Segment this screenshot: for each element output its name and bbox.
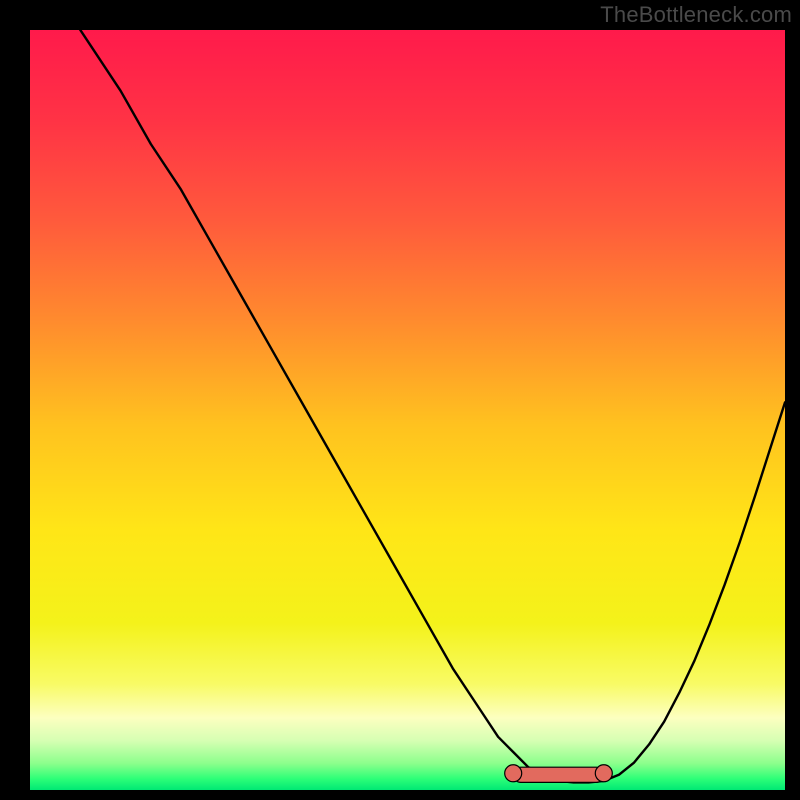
optimal-end-marker [595, 765, 612, 782]
plot-area [30, 30, 785, 790]
optimal-start-marker [505, 765, 522, 782]
optimal-range-bar [513, 767, 604, 782]
chart-frame: TheBottleneck.com [0, 0, 800, 800]
watermark-text: TheBottleneck.com [600, 2, 792, 28]
gradient-background [30, 30, 785, 790]
plot-svg [30, 30, 785, 790]
